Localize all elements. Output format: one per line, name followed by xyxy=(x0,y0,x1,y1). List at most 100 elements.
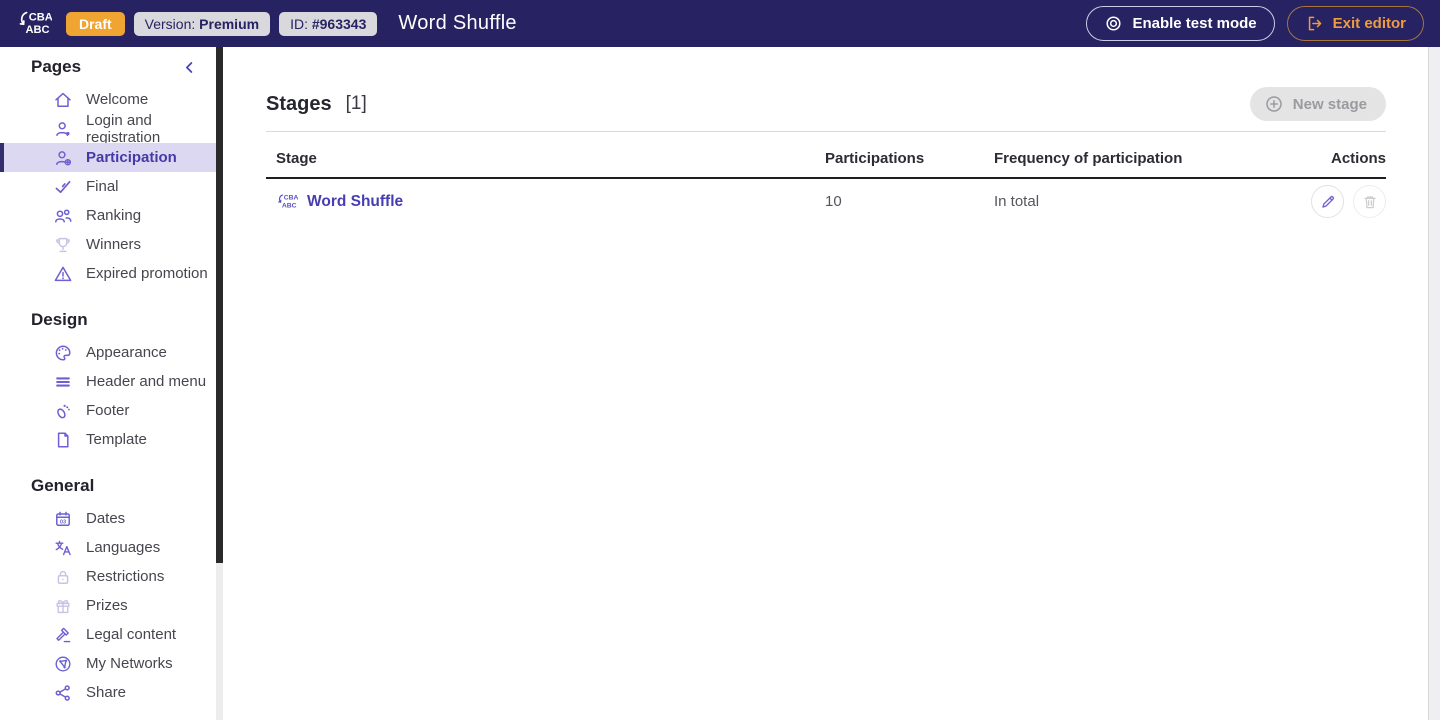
column-header-frequency: Frequency of participation xyxy=(994,150,1183,167)
sidebar-item-label: Welcome xyxy=(86,91,149,108)
sidebar-item-label: Legal content xyxy=(86,626,177,643)
pages-section-header: Pages xyxy=(0,47,223,85)
sidebar-item-label: Final xyxy=(86,178,119,195)
version-badge: Version: Premium xyxy=(133,11,271,36)
gavel-icon xyxy=(56,627,71,642)
enable-test-mode-button[interactable]: Enable test mode xyxy=(1086,6,1275,41)
sidebar-item-share[interactable]: Share xyxy=(0,678,216,707)
id-badge: ID: #963343 xyxy=(279,11,378,36)
sidebar-item-appearance[interactable]: Appearance xyxy=(0,338,216,367)
stages-count: [1] xyxy=(345,93,367,114)
sidebar-item-footer[interactable]: Footer xyxy=(0,396,216,425)
sidebar-section-general: General 03 Dates Languages Restrictions … xyxy=(0,454,223,707)
check-icon xyxy=(55,180,71,193)
footprint-icon xyxy=(57,404,70,418)
stages-table-header: Stage Participations Frequency of partic… xyxy=(266,132,1386,179)
sidebar-item-template[interactable]: Template xyxy=(0,425,216,454)
version-value: Premium xyxy=(199,15,260,32)
enable-test-mode-label: Enable test mode xyxy=(1132,15,1257,32)
main-content: Stages [1] New stage Stage Participation… xyxy=(223,47,1428,720)
warning-icon xyxy=(54,266,72,281)
sidebar-item-ranking[interactable]: Ranking xyxy=(0,201,216,230)
sidebar-item-label: Participation xyxy=(86,149,177,166)
sidebar-item-my-networks[interactable]: My Networks xyxy=(0,649,216,678)
sidebar-item-label: Dates xyxy=(86,510,126,527)
translate-icon xyxy=(55,540,71,555)
sidebar-item-dates[interactable]: 03 Dates xyxy=(0,504,216,533)
stage-name: Word Shuffle xyxy=(307,192,404,210)
design-section-title: Design xyxy=(31,310,88,329)
column-header-stage: Stage xyxy=(276,150,317,167)
sidebar-item-label: My Networks xyxy=(86,655,173,672)
pages-section-title: Pages xyxy=(31,57,82,76)
user-plus-icon xyxy=(56,150,72,165)
sidebar-item-participation[interactable]: Participation xyxy=(0,143,216,172)
sidebar-item-label: Winners xyxy=(86,236,142,253)
globe-network-icon xyxy=(55,655,71,672)
sidebar-item-header-and-menu[interactable]: Header and menu xyxy=(0,367,216,396)
general-section-title: General xyxy=(31,476,95,495)
gift-icon xyxy=(56,599,70,613)
version-label: Version: xyxy=(144,15,196,32)
sidebar-item-label: Prizes xyxy=(86,597,128,614)
test-mode-icon xyxy=(1106,16,1121,31)
sidebar-item-languages[interactable]: Languages xyxy=(0,533,216,562)
brand-logo: CBA ABC xyxy=(16,8,52,40)
pencil-icon xyxy=(1321,195,1334,208)
sidebar-scrollbar-thumb[interactable] xyxy=(216,47,223,563)
user-icon xyxy=(56,121,70,136)
sidebar-item-label: Footer xyxy=(86,402,130,419)
main-scrollbar[interactable] xyxy=(1428,47,1440,720)
new-stage-button[interactable]: New stage xyxy=(1249,87,1386,121)
sidebar-item-label: Template xyxy=(86,431,147,448)
sidebar-item-label: Header and menu xyxy=(86,373,207,390)
plus-circle-icon xyxy=(1266,96,1282,112)
table-row: CBA ABC Word Shuffle 10 In total xyxy=(266,179,1386,224)
sidebar-item-label: Appearance xyxy=(86,344,167,361)
id-label: ID: xyxy=(290,15,308,32)
sidebar-item-label: Ranking xyxy=(86,207,142,224)
sidebar-item-label: Languages xyxy=(86,539,161,556)
participations-value: 10 xyxy=(825,193,842,210)
design-section-header: Design xyxy=(0,300,223,338)
sidebar-item-final[interactable]: Final xyxy=(0,172,216,201)
sidebar-item-label: Share xyxy=(86,684,127,701)
sidebar-item-welcome[interactable]: Welcome xyxy=(0,85,216,114)
brand-top-text: CBA xyxy=(29,11,52,23)
calendar-icon: 03 xyxy=(56,511,70,526)
frequency-value: In total xyxy=(994,193,1040,210)
status-badge: Draft xyxy=(66,11,125,36)
stage-logo-bottom-text: ABC xyxy=(282,202,297,209)
sidebar-section-pages: Pages Welcome Login and registration Par… xyxy=(0,47,223,288)
ranking-users-icon xyxy=(55,208,72,223)
edit-stage-button[interactable] xyxy=(1311,185,1344,218)
sidebar-item-login-registration[interactable]: Login and registration xyxy=(0,111,216,146)
sidebar-item-legal-content[interactable]: Legal content xyxy=(0,620,216,649)
sidebar: Pages Welcome Login and registration Par… xyxy=(0,47,223,720)
sidebar-item-prizes[interactable]: Prizes xyxy=(0,591,216,620)
share-icon xyxy=(55,684,70,701)
trash-icon xyxy=(1363,195,1376,208)
trophy-icon xyxy=(56,237,70,252)
stages-heading: Stages xyxy=(266,92,332,115)
exit-editor-button[interactable]: Exit editor xyxy=(1286,6,1424,41)
menu-lines-icon xyxy=(56,376,70,387)
new-stage-label: New stage xyxy=(1292,95,1367,113)
column-header-actions: Actions xyxy=(1330,150,1386,167)
sidebar-scrollbar[interactable] xyxy=(216,47,223,720)
sidebar-item-label: Login and registration xyxy=(86,111,161,146)
collapse-sidebar-icon[interactable] xyxy=(182,60,197,75)
stage-link[interactable]: CBA ABC Word Shuffle xyxy=(266,192,825,212)
sidebar-item-restrictions[interactable]: Restrictions xyxy=(0,562,216,591)
template-file-icon xyxy=(57,431,69,448)
sidebar-item-label: Restrictions xyxy=(86,568,165,585)
column-header-participations: Participations xyxy=(825,150,925,167)
topbar: CBA ABC Draft Version: Premium ID: #9633… xyxy=(0,0,1440,47)
sidebar-item-expired-promotion[interactable]: Expired promotion xyxy=(0,259,216,288)
id-value: #963343 xyxy=(311,15,367,32)
logout-icon xyxy=(1308,16,1321,31)
delete-stage-button[interactable] xyxy=(1353,185,1386,218)
home-icon xyxy=(55,92,71,107)
sidebar-item-winners[interactable]: Winners xyxy=(0,230,216,259)
general-section-header: General xyxy=(0,466,223,504)
